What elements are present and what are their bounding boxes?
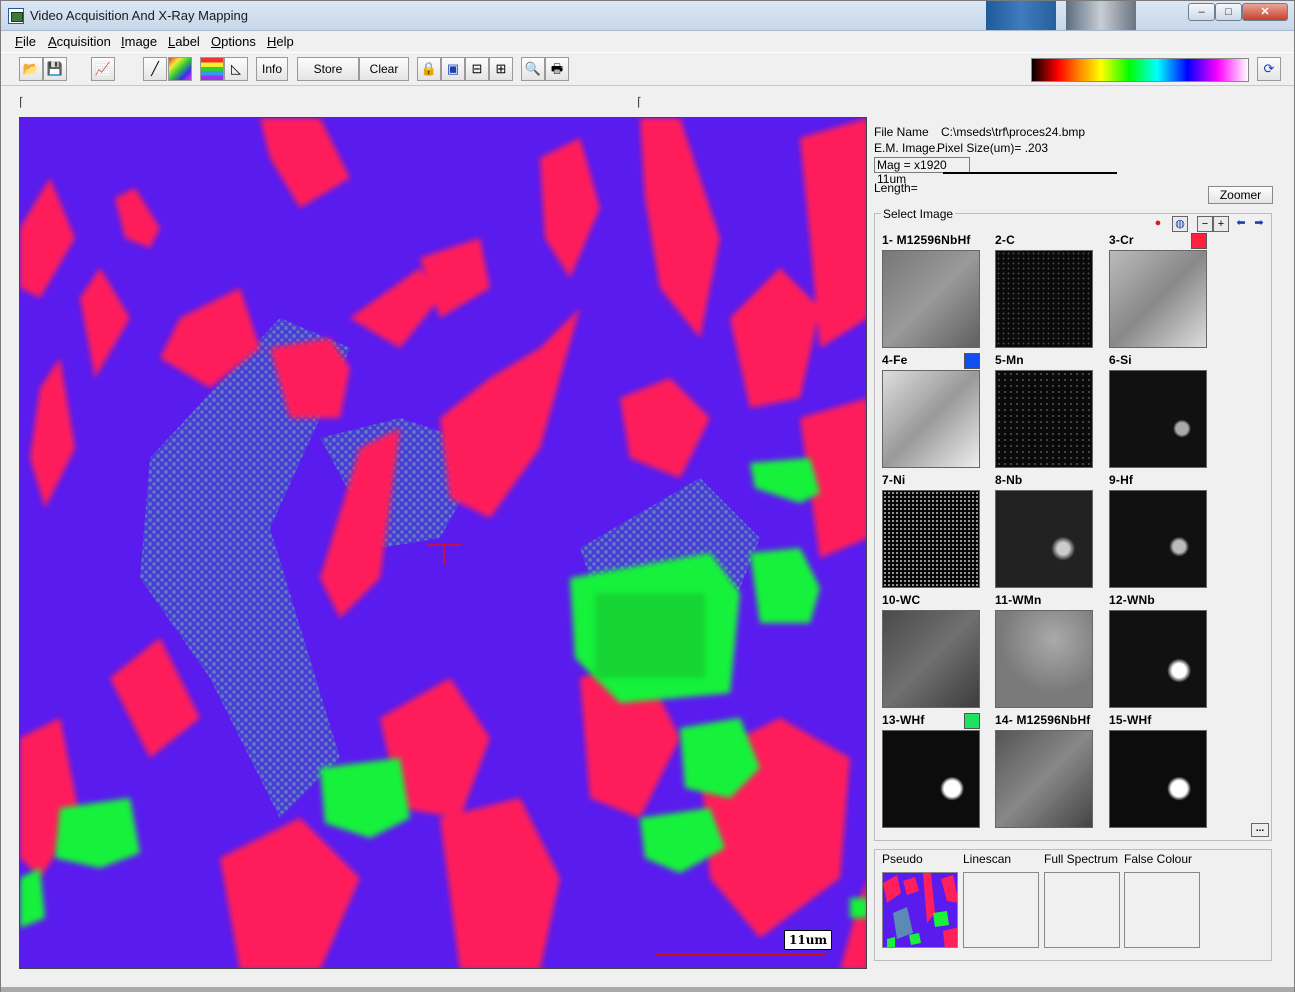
menu-image[interactable]: Image [121,34,157,49]
status-strip [1,987,1294,992]
pseudo-colour-icon[interactable] [168,57,192,81]
file-name-label: File Name [874,125,929,139]
menu-options[interactable]: Options [211,34,256,49]
minimize-button[interactable]: – [1188,3,1215,21]
full-spectrum-label: Full Spectrum [1044,852,1119,866]
thumbnail-image[interactable] [1109,490,1207,588]
colour-swatch[interactable] [964,713,980,729]
thumbnail-label: 10-WC [882,593,921,607]
colour-swatch[interactable] [1191,233,1207,249]
zoom-in-icon[interactable]: + [1213,216,1229,232]
menu-help[interactable]: Help [267,34,294,49]
thumbnail-image[interactable] [995,490,1093,588]
false-colour-label: False Colour [1124,852,1193,866]
menu-acquisition[interactable]: Acquisition [48,34,111,49]
scale-bar-label: 11um [784,930,833,950]
lock-icon[interactable]: 🔒 [417,57,441,81]
thumbnail-image[interactable] [1109,730,1207,828]
zoom-search-icon[interactable]: 🔍 [521,57,545,81]
grid-view-icon[interactable]: ⊞ [489,57,513,81]
zoom-out-icon[interactable]: − [1197,216,1213,232]
thumbnail-image[interactable] [995,730,1093,828]
thumbnail-image[interactable] [882,730,980,828]
colour-swatch[interactable] [964,353,980,369]
thumbnail-image[interactable] [1109,610,1207,708]
save-disk-icon[interactable]: 💾 [43,57,67,81]
thumbnail-image[interactable] [882,490,980,588]
toolbar: 📂 💾 📈 ╱ ◺ Info Store Clear 🔒 ▣ ⊟ ⊞ 🔍 🖶 ⟳ [1,52,1294,86]
main-xray-map-image[interactable]: 11um [19,117,867,969]
taskbar-preview-decoration [1066,1,1136,30]
title-bar: Video Acquisition And X-Ray Mapping – □ … [1,1,1294,31]
length-label: Length= [874,181,918,195]
scale-bar-line [656,953,826,955]
linescan-preview[interactable] [963,872,1039,948]
text-box-icon[interactable]: ⊟ [465,57,489,81]
thumbnail-image[interactable] [1109,370,1207,468]
thumbnail-label: 5-Mn [995,353,1024,367]
thumbnail-label: 1- M12596NbHf [882,233,971,247]
thumbnail-image[interactable] [1109,250,1207,348]
pseudo-preview[interactable] [882,872,958,948]
clear-button[interactable]: Clear [359,57,409,81]
more-options-button[interactable]: ... [1251,823,1269,837]
thumbnail-image[interactable] [995,610,1093,708]
thumbnail-label: 3-Cr [1109,233,1134,247]
globe-icon[interactable]: ◍ [1172,216,1188,232]
thumbnail-label: 9-Hf [1109,473,1134,487]
info-button[interactable]: Info [256,57,288,81]
thumbnail-image[interactable] [882,250,980,348]
refresh-icon[interactable]: ⟳ [1257,57,1281,81]
thumbnail-label: 4-Fe [882,353,908,367]
thumbnail-label: 12-WNb [1109,593,1155,607]
zoomer-button[interactable]: Zoomer [1208,186,1273,204]
pixel-size-value: Pixel Size(um)= .203 [937,141,1049,155]
spectrum-window-icon[interactable]: ▣ [441,57,465,81]
thumbnail-label: 2-C [995,233,1015,247]
pseudo-label: Pseudo [882,852,923,866]
thumbnail-image[interactable] [995,370,1093,468]
thumbnail-label: 6-Si [1109,353,1132,367]
full-spectrum-preview[interactable] [1044,872,1120,948]
maximize-button[interactable]: □ [1215,3,1242,21]
line-tool-icon[interactable]: ╱ [143,57,167,81]
magnification-box: Mag = x1920 11um [874,157,970,186]
arrow-right-icon[interactable]: ➡ [1251,216,1267,232]
thumbnail-label: 14- M12596NbHf [995,713,1091,727]
taskbar-preview-decoration [986,1,1056,30]
menu-bar: File Acquisition Image Label Options Hel… [1,32,1294,52]
rgb-mix-icon[interactable]: ● [1150,216,1166,232]
chart-image-icon[interactable]: 📈 [91,57,115,81]
print-icon[interactable]: 🖶 [545,57,569,81]
colour-levels-icon[interactable] [200,57,224,81]
file-name-value: C:\mseds\trf\proces24.bmp [941,125,1086,139]
window-title: Video Acquisition And X-Ray Mapping [30,8,249,23]
ruler-tick-mid: ⌈ [637,95,642,109]
thumbnail-label: 13-WHf [882,713,925,727]
menu-file[interactable]: File [15,34,36,49]
arrow-left-icon[interactable]: ⬅ [1233,216,1249,232]
thumbnail-image[interactable] [882,370,980,468]
thumbnail-label: 8-Nb [995,473,1023,487]
histogram-icon[interactable]: ◺ [224,57,248,81]
thumbnail-image[interactable] [995,250,1093,348]
thumbnail-label: 7-Ni [882,473,906,487]
thumbnail-image[interactable] [882,610,980,708]
thumbnail-label: 15-WHf [1109,713,1152,727]
ruler-tick-left: ⌈ [19,95,24,109]
menu-label[interactable]: Label [168,34,200,49]
magnification-scale-line [943,172,1117,174]
store-button[interactable]: Store [297,57,359,81]
open-folder-icon[interactable]: 📂 [19,57,43,81]
select-image-label: Select Image [881,207,956,221]
app-icon [8,8,24,24]
false-colour-preview[interactable] [1124,872,1200,948]
app-window: Video Acquisition And X-Ray Mapping – □ … [0,0,1295,992]
phase-map-graphic [20,118,866,968]
colour-spectrum-bar [1031,58,1249,82]
thumbnail-label: 11-WMn [995,593,1042,607]
linescan-label: Linescan [963,852,1012,866]
em-image-label: E.M. Image. [874,141,939,155]
close-button[interactable]: ✕ [1242,3,1288,21]
